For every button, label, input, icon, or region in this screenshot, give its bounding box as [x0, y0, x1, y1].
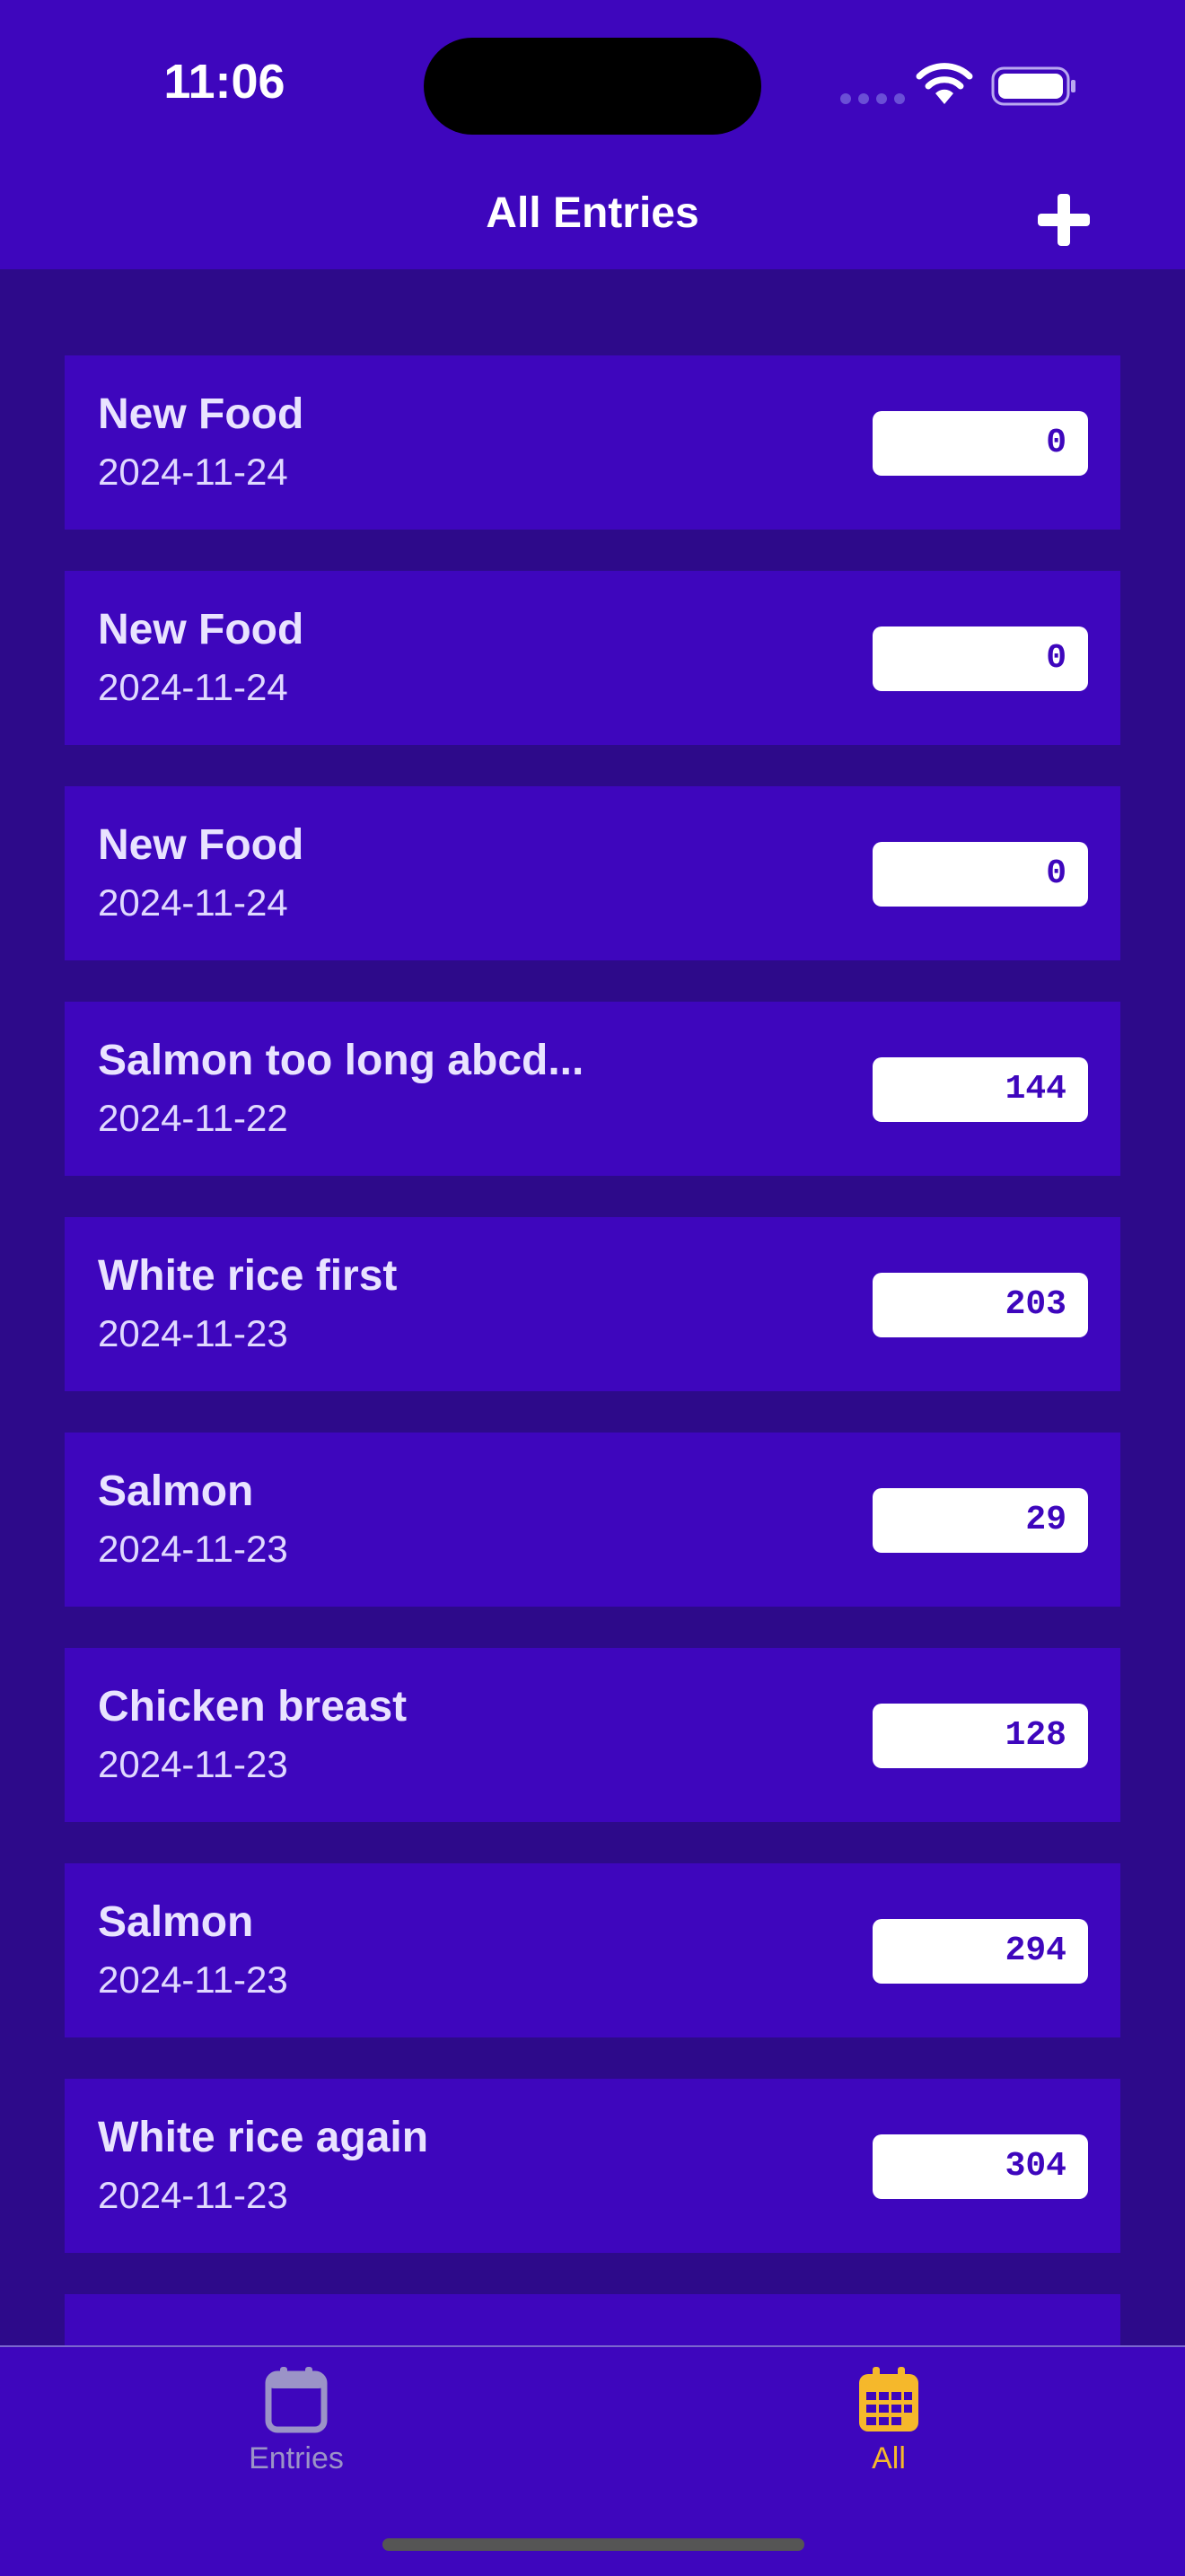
tab-label: Entries [249, 2441, 344, 2475]
entry-date: 2024-11-23 [98, 2174, 288, 2216]
status-time: 11:06 [163, 55, 285, 109]
tab-label: All [872, 2441, 906, 2475]
list-item[interactable]: White rice again 2024-11-23 304 [65, 2079, 1120, 2253]
wifi-icon [916, 63, 973, 104]
entry-date: 2024-11-23 [98, 1312, 288, 1354]
entry-value-field[interactable]: 304 [873, 2134, 1088, 2199]
battery-icon [991, 66, 1075, 106]
entry-date: 2024-11-23 [98, 1743, 288, 1785]
entry-name: Salmon [98, 1468, 254, 1515]
entry-value-field[interactable]: 128 [873, 1704, 1088, 1768]
entry-name: White rice first [98, 1252, 398, 1300]
entry-value-field[interactable]: 0 [873, 842, 1088, 907]
list-item[interactable]: New Food 2024-11-24 0 [65, 786, 1120, 960]
cellular-signal-icon [840, 93, 905, 104]
entry-name: Salmon too long abcd... [98, 1037, 584, 1084]
list-item[interactable]: Salmon 2024-11-23 29 [65, 1433, 1120, 1607]
entry-date: 2024-11-24 [98, 451, 288, 493]
calendar-icon [265, 2367, 328, 2433]
entries-list[interactable]: New Food 2024-11-24 0 New Food 2024-11-2… [65, 355, 1120, 2510]
list-item[interactable]: White rice first 2024-11-23 203 [65, 1217, 1120, 1391]
entry-date: 2024-11-22 [98, 1097, 288, 1139]
entry-name: White rice again [98, 2114, 429, 2161]
entry-value-field[interactable]: 0 [873, 411, 1088, 476]
top-bar: 11:06 All Entries [0, 0, 1185, 269]
entry-value-field[interactable]: 29 [873, 1488, 1088, 1553]
entry-date: 2024-11-23 [98, 1958, 288, 2001]
entry-name: Chicken breast [98, 1683, 408, 1730]
home-indicator[interactable] [382, 2538, 804, 2551]
list-item[interactable]: Salmon too long abcd... 2024-11-22 144 [65, 1002, 1120, 1176]
list-item[interactable]: New Food 2024-11-24 0 [65, 571, 1120, 745]
entry-name: New Food [98, 821, 304, 869]
calendar-grid-icon [859, 2367, 918, 2431]
entry-value-field[interactable]: 203 [873, 1273, 1088, 1337]
tab-entries[interactable]: Entries [180, 2365, 413, 2476]
tab-all[interactable]: All [772, 2365, 1005, 2476]
list-item[interactable]: Chicken breast 2024-11-23 128 [65, 1648, 1120, 1822]
entry-value-field[interactable]: 144 [873, 1057, 1088, 1122]
entry-date: 2024-11-23 [98, 1528, 288, 1570]
entry-name: New Food [98, 390, 304, 438]
entry-value-field[interactable]: 0 [873, 626, 1088, 691]
entry-value-field[interactable]: 294 [873, 1919, 1088, 1984]
entry-date: 2024-11-24 [98, 666, 288, 708]
page-title: All Entries [486, 189, 699, 237]
entry-name: New Food [98, 606, 304, 653]
list-item[interactable]: New Food 2024-11-24 0 [65, 355, 1120, 530]
list-item[interactable]: Salmon 2024-11-23 294 [65, 1863, 1120, 2037]
dynamic-island [424, 38, 761, 135]
entry-date: 2024-11-24 [98, 881, 288, 924]
add-entry-button[interactable] [1032, 188, 1095, 251]
entry-name: Salmon [98, 1898, 254, 1946]
